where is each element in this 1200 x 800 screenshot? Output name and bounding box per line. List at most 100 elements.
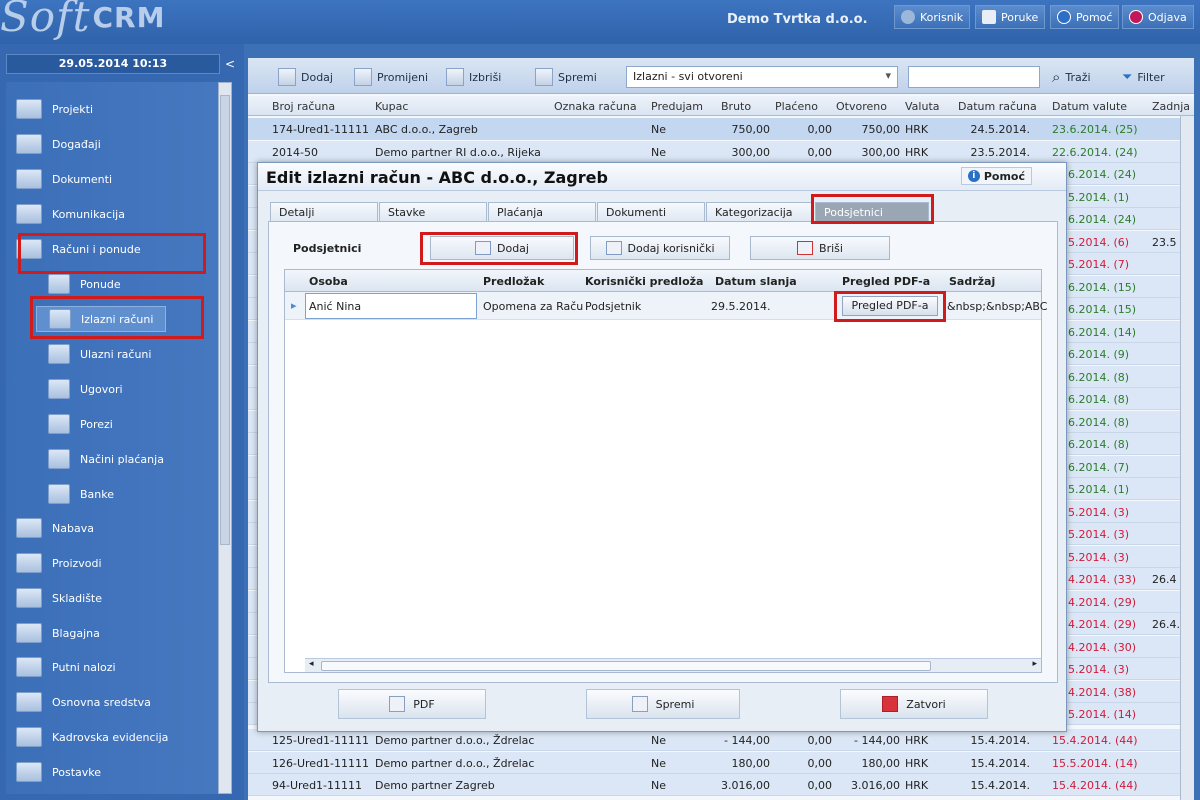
edit-button[interactable]: Promijeni: [354, 66, 428, 88]
cell: ABC d.o.o., Zagreb: [375, 123, 478, 136]
dialog-save-button[interactable]: Spremi: [586, 689, 740, 719]
col-predlozak[interactable]: Predložak: [483, 275, 544, 288]
cell: HRK: [905, 734, 929, 747]
cell-due-date: 6.2014. (14): [1068, 325, 1137, 339]
search-input[interactable]: [908, 66, 1040, 88]
cash-register-icon: [16, 623, 42, 643]
sidebar-item-komunikacija[interactable]: Komunikacija: [16, 201, 125, 227]
col-datum-valute[interactable]: Datum valute: [1052, 100, 1127, 113]
sidebar-item-nabava[interactable]: Nabava: [16, 515, 94, 541]
sidebar-scrollbar[interactable]: [218, 82, 232, 794]
sidebar-item-proizvodi[interactable]: Proizvodi: [16, 550, 102, 576]
sidebar-subitem-porezi[interactable]: Porezi: [48, 411, 113, 437]
payment-icon: [48, 449, 70, 469]
cell: 300,00: [731, 145, 771, 159]
sidebar-scroll-thumb[interactable]: [220, 95, 230, 545]
collapse-sidebar-button[interactable]: <: [222, 54, 238, 74]
sidebar-item-osnovna-sredstva[interactable]: Osnovna sredstva: [16, 689, 151, 715]
scroll-left-icon[interactable]: ◂: [309, 659, 314, 669]
logout-button[interactable]: Odjava: [1122, 5, 1194, 29]
col-oznaka[interactable]: Oznaka računa: [554, 100, 637, 113]
col-osoba[interactable]: Osoba: [309, 275, 348, 288]
sidebar-subitem-ugovori[interactable]: Ugovori: [48, 376, 123, 402]
sidebar-item-projekti[interactable]: Projekti: [16, 96, 93, 122]
cell-due-date: 4.2014. (38): [1068, 685, 1137, 699]
incoming-invoice-icon: [48, 344, 70, 364]
sidebar-item-kadrovska-evidencija[interactable]: Kadrovska evidencija: [16, 724, 168, 750]
sidebar-subitem-nacini-placanja[interactable]: Načini plaćanja: [48, 446, 164, 472]
col-korisnicki-predlozak[interactable]: Korisnički predloža: [585, 275, 703, 288]
search-button[interactable]: ⌕ Traži: [1052, 66, 1091, 88]
col-valuta[interactable]: Valuta: [905, 100, 940, 113]
tab-placanja[interactable]: Plaćanja: [488, 202, 596, 222]
sidebar-item-skladiste[interactable]: Skladište: [16, 585, 102, 611]
cell: Ne: [651, 145, 666, 159]
filter-select[interactable]: Izlazni - svi otvoreni: [626, 66, 898, 88]
delete-reminder-button[interactable]: Briši: [750, 236, 890, 260]
help-button[interactable]: Pomoć: [1050, 5, 1120, 29]
sidebar-subitem-ponude[interactable]: Ponude: [48, 271, 121, 297]
cell-due-date: 4.2014. (33): [1068, 573, 1137, 586]
save-button[interactable]: Spremi: [535, 66, 597, 88]
sidebar-item-dogadaji[interactable]: Događaji: [16, 131, 101, 157]
cell: Demo partner d.o.o., Ždrelac: [375, 756, 535, 770]
col-kupac[interactable]: Kupac: [375, 100, 408, 113]
user-button[interactable]: Korisnik: [894, 5, 971, 29]
pdf-button[interactable]: PDF: [338, 689, 486, 719]
col-broj-racuna[interactable]: Broj računa: [272, 100, 335, 113]
filter-button[interactable]: ⏷ Filter: [1122, 66, 1165, 88]
col-otvoreno[interactable]: Otvoreno: [836, 100, 887, 113]
cell: 3.016,00: [721, 779, 770, 792]
col-datum-racuna[interactable]: Datum računa: [958, 100, 1037, 113]
horizontal-scroll-thumb[interactable]: [321, 661, 931, 671]
cell-due-date: 6.2014. (8): [1068, 438, 1130, 451]
horizontal-scrollbar[interactable]: ◂ ▸: [305, 658, 1041, 672]
grid-scrollbar[interactable]: [1180, 116, 1194, 800]
cell: - 144,00: [724, 734, 770, 747]
col-bruto[interactable]: Bruto: [721, 100, 751, 113]
messages-button[interactable]: Poruke: [975, 5, 1046, 29]
cell: - 144,00: [854, 734, 900, 747]
invoice-row[interactable]: 2014-50 Demo partner RI d.o.o., Rijeka Ne 3…: [248, 140, 1180, 163]
info-icon: [1057, 10, 1071, 24]
col-placeno[interactable]: Plaćeno: [775, 100, 818, 113]
invoice-row[interactable]: 125-Ured1-11111 Demo partner d.o.o., Ždre…: [248, 729, 1180, 751]
tab-kategorizacija[interactable]: Kategorizacija: [706, 202, 814, 222]
add-custom-reminder-button[interactable]: Dodaj korisnički: [590, 236, 730, 260]
cell: Ne: [651, 779, 666, 792]
tab-stavke[interactable]: Stavke: [379, 202, 487, 222]
sidebar-subitem-banke[interactable]: Banke: [48, 481, 114, 507]
add-button[interactable]: Dodaj: [278, 66, 333, 88]
invoice-row[interactable]: 174-Ured1-11111 ABC d.o.o., Zagreb Ne 750,0…: [248, 118, 1180, 140]
cell: 0,00: [807, 756, 833, 770]
sidebar-item-blagajna[interactable]: Blagajna: [16, 620, 100, 646]
cell-content: &nbsp;&nbsp;ABC: [947, 300, 1048, 313]
cell: 0,00: [807, 145, 833, 159]
dialog-help-button[interactable]: i Pomoć: [960, 167, 1032, 185]
cell-due-date: 4.2014. (29): [1068, 618, 1137, 631]
delete-button[interactable]: Izbriši: [446, 66, 501, 88]
col-zadnja[interactable]: Zadnja: [1152, 100, 1190, 113]
scroll-right-icon[interactable]: ▸: [1032, 659, 1037, 669]
sidebar-item-putni-nalozi[interactable]: Putni nalozi: [16, 654, 116, 680]
cell-due-date: 6.2014. (15): [1068, 280, 1137, 294]
col-pregled-pdf[interactable]: Pregled PDF-a: [842, 275, 930, 288]
company-name: Demo Tvrtka d.o.o.: [727, 12, 868, 27]
delete-icon: [446, 68, 464, 86]
invoice-row[interactable]: 126-Ured1-11111 Demo partner d.o.o., Ždre…: [248, 751, 1180, 774]
col-datum-slanja[interactable]: Datum slanja: [715, 275, 797, 288]
sidebar-item-postavke[interactable]: Postavke: [16, 759, 101, 785]
sidebar-item-dokumenti[interactable]: Dokumenti: [16, 166, 112, 192]
col-predujam[interactable]: Predujam: [651, 100, 703, 113]
cell: 15.4.2014.: [970, 779, 1030, 792]
col-sadrzaj[interactable]: Sadržaj: [949, 275, 995, 288]
section-label: Podsjetnici: [293, 242, 362, 255]
sidebar-subitem-ulazni-racuni[interactable]: Ulazni računi: [48, 341, 151, 367]
row-indicator-icon: ▸: [291, 299, 297, 312]
assets-icon: [16, 692, 42, 712]
save-icon: [631, 696, 648, 712]
invoice-row[interactable]: 94-Ured1-11111 Demo partner Zagreb Ne 3.016…: [248, 774, 1180, 796]
close-button[interactable]: Zatvori: [840, 689, 988, 719]
tab-dokumenti[interactable]: Dokumenti: [597, 202, 705, 222]
tab-detalji[interactable]: Detalji: [270, 202, 378, 222]
